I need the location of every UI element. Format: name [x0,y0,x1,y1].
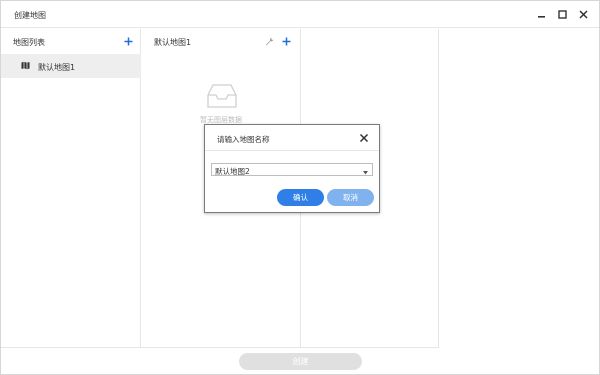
close-icon[interactable] [576,7,590,21]
map-icon [21,61,30,70]
dialog-title: 请输入地图名称 [217,135,270,144]
close-icon[interactable] [359,133,369,143]
map-name-select-value: 默认地图2 [215,167,250,176]
create-map-window: 创建地图 地图列表 默认地图1 默认地图1 暂无图层数据 创建 请输入地图名称 … [0,0,600,375]
map-list-panel: 地图列表 默认地图1 [1,29,141,347]
footer-bar [1,347,439,375]
window-title: 创建地图 [14,11,46,20]
confirm-button[interactable]: 确认 [277,189,324,206]
create-button[interactable]: 创建 [239,353,362,370]
layer-panel-header: 默认地图1 [142,29,300,54]
list-item[interactable]: 默认地图1 [1,54,141,78]
map-name-dialog: 请输入地图名称 默认地图2 确认 取消 [204,124,380,213]
maximize-icon[interactable] [555,7,569,21]
title-bar: 创建地图 [1,1,599,28]
map-list-title: 地图列表 [13,38,45,47]
inbox-icon [204,83,240,109]
map-name-select[interactable]: 默认地图2 [211,163,373,176]
minimize-icon[interactable] [534,7,548,21]
map-list-item-label: 默认地图1 [38,63,76,72]
map-list-header: 地图列表 [1,29,140,54]
caret-down-icon[interactable] [363,168,368,177]
cancel-button[interactable]: 取消 [327,189,374,206]
dialog-header: 请输入地图名称 [205,125,379,151]
layer-panel-title: 默认地图1 [154,38,192,47]
wrench-icon[interactable] [263,35,275,47]
add-map-plus-icon[interactable] [122,35,134,47]
add-layer-plus-icon[interactable] [280,35,292,47]
